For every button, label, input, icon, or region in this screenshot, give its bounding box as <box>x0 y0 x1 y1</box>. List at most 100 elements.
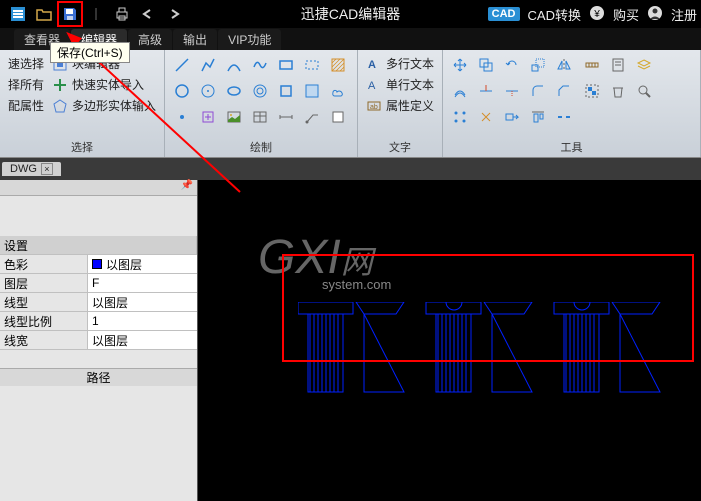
quick-select-button[interactable]: 速选择 <box>6 54 46 73</box>
extend-tool[interactable] <box>501 80 523 102</box>
open-button[interactable] <box>32 2 56 26</box>
hatch-tool[interactable] <box>327 54 349 76</box>
undo-button[interactable] <box>136 2 160 26</box>
text-icon: A <box>366 77 382 93</box>
dimension-tool[interactable] <box>275 106 297 128</box>
stretch-tool[interactable] <box>501 106 523 128</box>
mtext-button[interactable]: A 多行文本 <box>364 54 436 73</box>
spline-tool[interactable] <box>249 54 271 76</box>
tab-vip[interactable]: VIP功能 <box>218 29 281 50</box>
app-title: 迅捷CAD编辑器 <box>301 4 401 24</box>
rect-tool[interactable] <box>275 54 297 76</box>
wipeout-tool[interactable] <box>327 106 349 128</box>
prop-row-layer[interactable]: 图层 F <box>0 274 197 293</box>
ribbon-group-tools-label: 工具 <box>449 137 694 155</box>
select-all-button[interactable]: 择所有 <box>6 75 46 94</box>
measure-tool[interactable] <box>581 54 603 76</box>
align-tool[interactable] <box>527 106 549 128</box>
arc-tool[interactable] <box>223 54 245 76</box>
document-tab[interactable]: DWG × <box>2 162 61 176</box>
find-tool[interactable] <box>633 80 655 102</box>
plus-icon <box>52 77 68 93</box>
text-button[interactable]: A 单行文本 <box>364 75 436 94</box>
scale-tool[interactable] <box>527 54 549 76</box>
svg-text:¥: ¥ <box>593 9 600 20</box>
polygon-entity-button[interactable]: 多边形实体输入 <box>50 96 158 115</box>
donut-tool[interactable] <box>249 80 271 102</box>
chamfer-tool[interactable] <box>553 80 575 102</box>
qat-separator <box>84 2 108 26</box>
titlebar: 迅捷CAD编辑器 CAD CAD转换 ¥ 购买 注册 <box>0 0 701 28</box>
mirror-tool[interactable] <box>553 54 575 76</box>
rect2-tool[interactable] <box>275 80 297 102</box>
point-tool[interactable] <box>171 106 193 128</box>
panel-header: 📌 <box>0 180 197 196</box>
table-tool[interactable] <box>249 106 271 128</box>
redo-button[interactable] <box>162 2 186 26</box>
document-tabs: DWG × <box>0 158 701 180</box>
prop-row-lineweight[interactable]: 线宽 以图层 <box>0 331 197 350</box>
offset-tool[interactable] <box>449 80 471 102</box>
ellipse-tool[interactable] <box>223 80 245 102</box>
trim-tool[interactable] <box>475 80 497 102</box>
attdef-button[interactable]: ab 属性定义 <box>364 96 436 115</box>
panel-section-path[interactable]: 路径 <box>0 368 197 386</box>
polyline-tool[interactable] <box>197 54 219 76</box>
tab-output[interactable]: 输出 <box>173 29 217 50</box>
svg-text:ab: ab <box>370 104 378 111</box>
ribbon-group-tools: 工具 <box>443 50 701 157</box>
image-tool[interactable] <box>223 106 245 128</box>
print-button[interactable] <box>110 2 134 26</box>
close-icon[interactable]: × <box>41 163 53 175</box>
annotation-red-box <box>282 254 694 362</box>
group-tool[interactable] <box>581 80 603 102</box>
svg-text:A: A <box>368 80 376 92</box>
ribbon-group-select: 速选择 择所有 配属性 块编辑器 快速实体导入 多边形实体输入 选择 <box>0 50 165 157</box>
array-tool[interactable] <box>449 106 471 128</box>
ribbon-group-text-label: 文字 <box>364 137 436 155</box>
prop-row-linetype[interactable]: 线型 以图层 <box>0 293 197 312</box>
yen-icon: ¥ <box>589 5 605 24</box>
rect-dashed-tool[interactable] <box>301 54 323 76</box>
quick-access-toolbar <box>0 2 186 26</box>
save-button[interactable] <box>58 2 82 26</box>
register-link[interactable]: 注册 <box>671 5 697 24</box>
explode-tool[interactable] <box>475 106 497 128</box>
cad-convert-link[interactable]: CAD转换 <box>528 5 581 24</box>
buy-link[interactable]: 购买 <box>613 5 639 24</box>
circle-center-tool[interactable] <box>197 80 219 102</box>
line-tool[interactable] <box>171 54 193 76</box>
fillet-tool[interactable] <box>527 80 549 102</box>
layer-tool[interactable] <box>633 54 655 76</box>
titlebar-right: CAD CAD转换 ¥ 购买 注册 <box>488 5 697 24</box>
ribbon-group-select-label: 选择 <box>6 137 158 155</box>
block-insert-tool[interactable] <box>197 106 219 128</box>
ribbon-group-draw: 绘制 <box>165 50 358 157</box>
match-props-button[interactable]: 配属性 <box>6 96 46 115</box>
prop-row-color[interactable]: 色彩 以图层 <box>0 255 197 274</box>
document-tab-label: DWG <box>10 163 37 175</box>
save-tooltip: 保存(Ctrl+S) <box>50 42 130 63</box>
region-tool[interactable] <box>301 80 323 102</box>
ribbon: 速选择 择所有 配属性 块编辑器 快速实体导入 多边形实体输入 选择 <box>0 50 701 158</box>
cad-badge: CAD <box>488 7 520 21</box>
copy-tool[interactable] <box>475 54 497 76</box>
cloud-tool[interactable] <box>327 80 349 102</box>
break-tool[interactable] <box>553 106 575 128</box>
svg-text:A: A <box>368 59 376 71</box>
purge-tool[interactable] <box>607 80 629 102</box>
rotate-tool[interactable] <box>501 54 523 76</box>
prop-row-ltscale[interactable]: 线型比例 1 <box>0 312 197 331</box>
attdef-icon: ab <box>366 98 382 114</box>
move-tool[interactable] <box>449 54 471 76</box>
mtext-icon: A <box>366 56 382 72</box>
properties-tool[interactable] <box>607 54 629 76</box>
tab-advanced[interactable]: 高级 <box>128 29 172 50</box>
pin-icon[interactable]: 📌 <box>181 180 193 195</box>
user-icon <box>647 5 663 24</box>
circle-tool[interactable] <box>171 80 193 102</box>
quick-entity-button[interactable]: 快速实体导入 <box>50 75 158 94</box>
app-menu-button[interactable] <box>6 2 30 26</box>
leader-tool[interactable] <box>301 106 323 128</box>
properties-section-header: 设置 <box>0 236 197 255</box>
